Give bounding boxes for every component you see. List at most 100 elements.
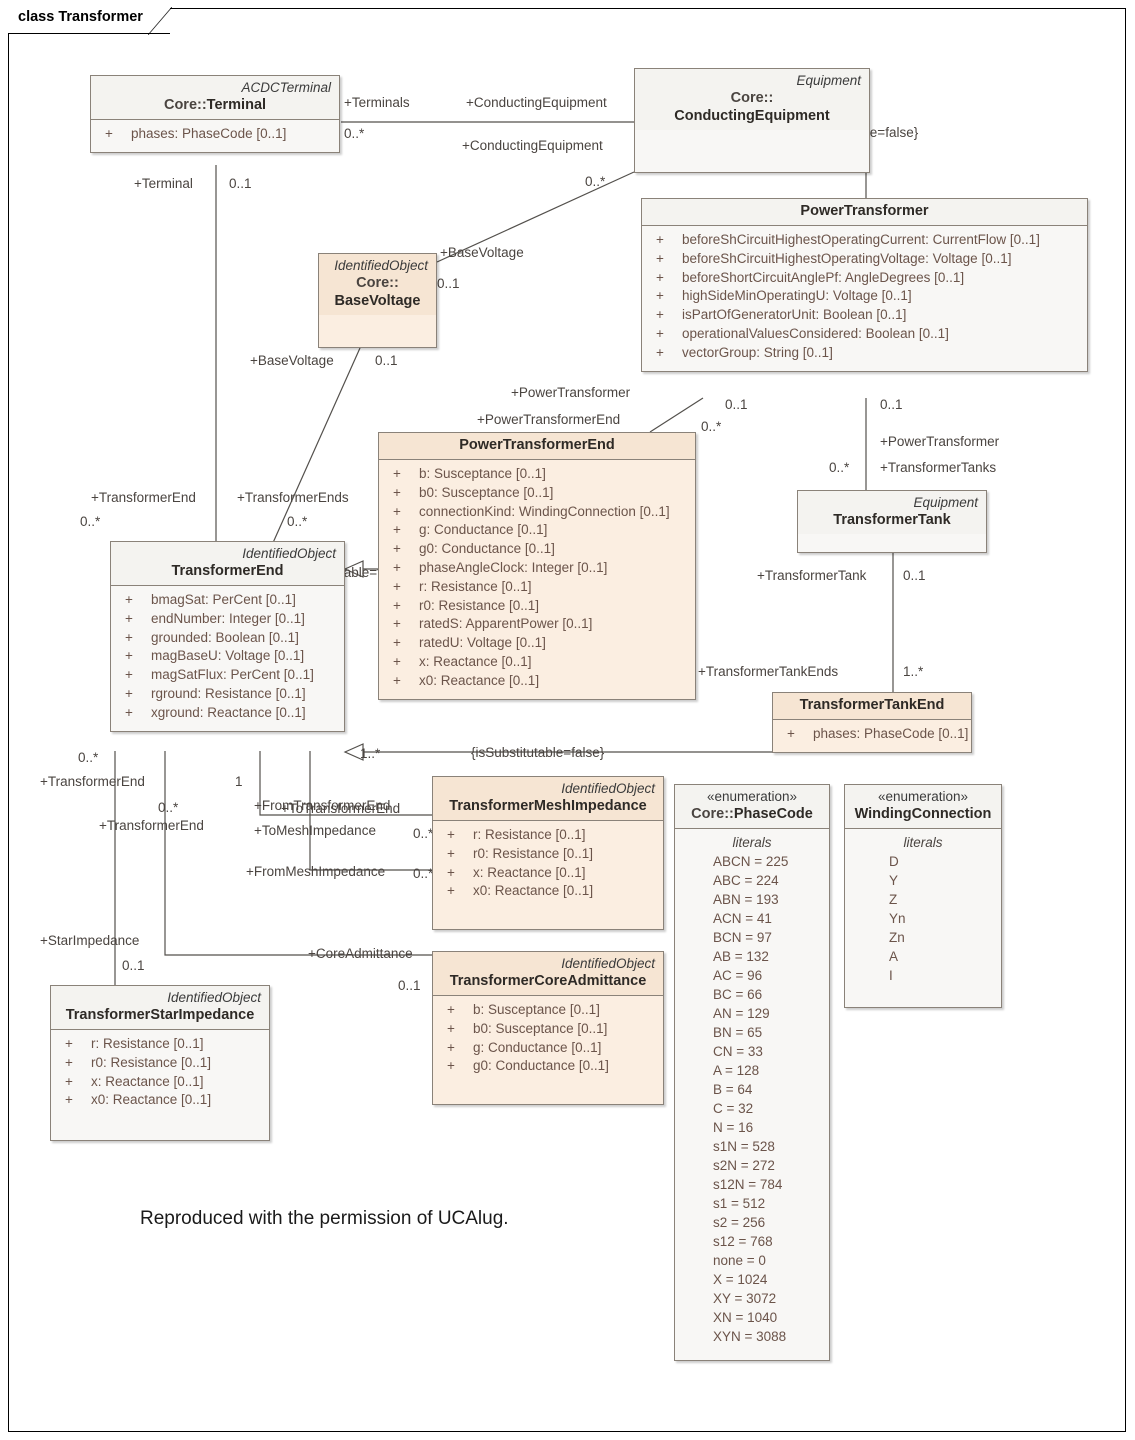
- label-to-transformer-end: +ToTransformerEnd: [281, 801, 401, 816]
- class-box-base-voltage[interactable]: IdentifiedObject Core:: BaseVoltage: [318, 253, 437, 348]
- visibility-icon: +: [125, 648, 133, 664]
- attribute-row: + isPartOfGeneratorUnit: Boolean [0..1]: [648, 306, 1081, 325]
- literals-header: literals: [903, 835, 943, 850]
- visibility-icon: +: [447, 1058, 455, 1074]
- visibility-icon: +: [447, 827, 455, 842]
- class-box-transformer-end[interactable]: IdentifiedObject TransformerEnd + bmagSat…: [110, 541, 345, 732]
- visibility-icon: +: [393, 522, 401, 538]
- attribute-row: + connectionKind: WindingConnection [0..1…: [385, 503, 689, 522]
- class-name-transformer-star-impedance: TransformerStarImpedance: [65, 1007, 255, 1023]
- label-star-impedance-mult: 0..1: [122, 958, 145, 973]
- literal-row: D: [889, 854, 899, 869]
- attribute-row: + r: Resistance [0..1]: [385, 578, 689, 597]
- literal-row: s12N = 784: [713, 1177, 783, 1192]
- label-transformer-tank-ends-mult: 1..*: [903, 664, 924, 679]
- label-from-mesh-impedance: +FromMeshImpedance: [246, 864, 386, 879]
- literal-row: s2N = 272: [713, 1158, 775, 1173]
- label-terminal-role: +Terminal: [134, 176, 193, 191]
- class-box-transformer-core-admittance[interactable]: IdentifiedObject TransformerCoreAdmittan…: [432, 951, 664, 1106]
- class-box-power-transformer[interactable]: PowerTransformer + beforeShCircuitHighest…: [641, 198, 1088, 372]
- visibility-icon: +: [393, 578, 401, 594]
- class-name-transformer-tank: TransformerTank: [833, 512, 951, 528]
- visibility-icon: +: [125, 629, 133, 645]
- class-name-transformer-mesh-impedance: TransformerMeshImpedance: [449, 798, 647, 814]
- literal-row: none = 0: [713, 1253, 766, 1268]
- class-box-transformer-tank[interactable]: Equipment TransformerTank: [797, 490, 987, 553]
- literal-row: ACN = 41: [713, 911, 772, 926]
- literal-row: C = 32: [713, 1101, 754, 1116]
- literal-row: XN = 1040: [713, 1310, 778, 1325]
- label-terminal-mult: 0..1: [229, 176, 252, 191]
- attribute-text: xground: Reactance [0..1]: [151, 704, 306, 720]
- literal-row: s12 = 768: [713, 1234, 773, 1249]
- label-conducting-equipment-top: +ConductingEquipment: [466, 95, 607, 110]
- literals-header: literals: [732, 835, 772, 850]
- class-box-transformer-tank-end[interactable]: TransformerTankEnd + phases: PhaseCode [0…: [772, 692, 972, 753]
- literals-phase-code: literals ABCN = 225 ABC = 224 ABN = 193 …: [675, 829, 829, 1360]
- enum-name-phase-code: Core::PhaseCode: [683, 805, 821, 823]
- label-core-admittance-role: +CoreAdmittance: [308, 946, 413, 961]
- attribute-text: x0: Reactance [0..1]: [419, 672, 540, 688]
- class-box-conducting-equipment[interactable]: Equipment Core:: ConductingEquipment: [634, 68, 870, 173]
- class-header-transformer-mesh-impedance: IdentifiedObject TransformerMeshImpedanc…: [433, 777, 663, 820]
- visibility-icon: +: [65, 1036, 73, 1051]
- enum-box-phase-code[interactable]: «enumeration» Core::PhaseCode literals A…: [674, 784, 830, 1361]
- uml-class-diagram: class Transformer +Terminals 0..* +Condu…: [0, 0, 1135, 1440]
- visibility-icon: +: [393, 503, 401, 519]
- stereotype-transformer-mesh-impedance: IdentifiedObject: [561, 781, 655, 796]
- attribute-row: + magBaseU: Voltage [0..1]: [117, 647, 338, 666]
- label-conducting-equipment-bottom: +ConductingEquipment: [462, 138, 603, 153]
- attribute-row: + r: Resistance [0..1]: [439, 826, 657, 845]
- attribute-text: rground: Resistance [0..1]: [151, 685, 306, 701]
- attribute-text: endNumber: Integer [0..1]: [151, 610, 305, 626]
- diagram-caption: Reproduced with the permission of UCAlug…: [140, 1208, 509, 1229]
- attribute-row: + r: Resistance [0..1]: [57, 1035, 263, 1054]
- attribute-row: + x: Reactance [0..1]: [439, 864, 657, 883]
- literal-row: Y: [889, 873, 899, 888]
- class-header-transformer-core-admittance: IdentifiedObject TransformerCoreAdmittan…: [433, 952, 663, 995]
- stereotype-transformer-end: IdentifiedObject: [242, 546, 336, 561]
- label-te-ends-mult: 0..*: [287, 514, 308, 529]
- attribute-text: beforeShCircuitHighestOperatingCurrent: …: [682, 232, 1040, 247]
- enum-box-winding-connection[interactable]: «enumeration» WindingConnection literals…: [844, 784, 1002, 1008]
- visibility-icon: +: [447, 864, 455, 880]
- class-box-terminal[interactable]: ACDCTerminal Core::Terminal + phases: Pha…: [90, 75, 340, 153]
- label-pte-mult: 0..*: [701, 419, 722, 434]
- literal-row: B = 64: [713, 1082, 753, 1097]
- label-transformer-end-left: +TransformerEnd: [91, 490, 196, 505]
- attributes-transformer-end: + bmagSat: PerCent [0..1] + endNumber: Int…: [111, 586, 344, 731]
- label-tte-gen-mult: 1..*: [360, 746, 381, 761]
- literal-row: ABC = 224: [713, 873, 779, 888]
- visibility-icon: +: [656, 232, 664, 247]
- visibility-icon: +: [393, 616, 401, 632]
- visibility-icon: +: [447, 1020, 455, 1036]
- class-header-conducting-equipment: Equipment Core:: ConductingEquipment: [635, 69, 869, 130]
- class-name-transformer-tank-end: TransformerTankEnd: [799, 697, 945, 713]
- attribute-text: x: Reactance [0..1]: [91, 1073, 204, 1089]
- attribute-text: magBaseU: Voltage [0..1]: [151, 648, 305, 664]
- class-namespace-base-voltage: Core::: [356, 275, 399, 291]
- label-tank-mult-0n: 0..*: [829, 460, 850, 475]
- class-box-transformer-mesh-impedance[interactable]: IdentifiedObject TransformerMeshImpedanc…: [432, 776, 664, 931]
- visibility-icon: +: [656, 325, 664, 341]
- stereotype-winding-connection: «enumeration»: [877, 789, 969, 804]
- visibility-icon: +: [393, 559, 401, 575]
- attribute-row: + magSatFlux: PerCent [0..1]: [117, 666, 338, 685]
- attribute-row: + g: Conductance [0..1]: [385, 521, 689, 540]
- attribute-row: + highSideMinOperatingU: Voltage [0..1]: [648, 287, 1081, 306]
- label-power-transformer-role: +PowerTransformer: [511, 385, 631, 400]
- attribute-row: + x: Reactance [0..1]: [385, 653, 689, 672]
- attribute-text: x0: Reactance [0..1]: [473, 883, 594, 899]
- class-header-transformer-end: IdentifiedObject TransformerEnd: [111, 542, 344, 585]
- attribute-row: + xground: Reactance [0..1]: [117, 704, 338, 723]
- note-is-substitutable-tte: {isSubstitutable=false}: [471, 745, 605, 760]
- visibility-icon: +: [393, 597, 401, 613]
- class-header-power-transformer: PowerTransformer: [642, 199, 1087, 225]
- class-box-transformer-star-impedance[interactable]: IdentifiedObject TransformerStarImpedanc…: [50, 985, 270, 1142]
- visibility-icon: +: [393, 653, 401, 669]
- visibility-icon: +: [65, 1092, 73, 1108]
- enum-namespace-phase-code: Core::: [691, 806, 734, 822]
- attribute-row: + b: Susceptance [0..1]: [385, 465, 689, 484]
- visibility-icon: +: [393, 635, 401, 651]
- class-box-power-transformer-end[interactable]: PowerTransformerEnd + b: Susceptance [0..…: [378, 432, 696, 700]
